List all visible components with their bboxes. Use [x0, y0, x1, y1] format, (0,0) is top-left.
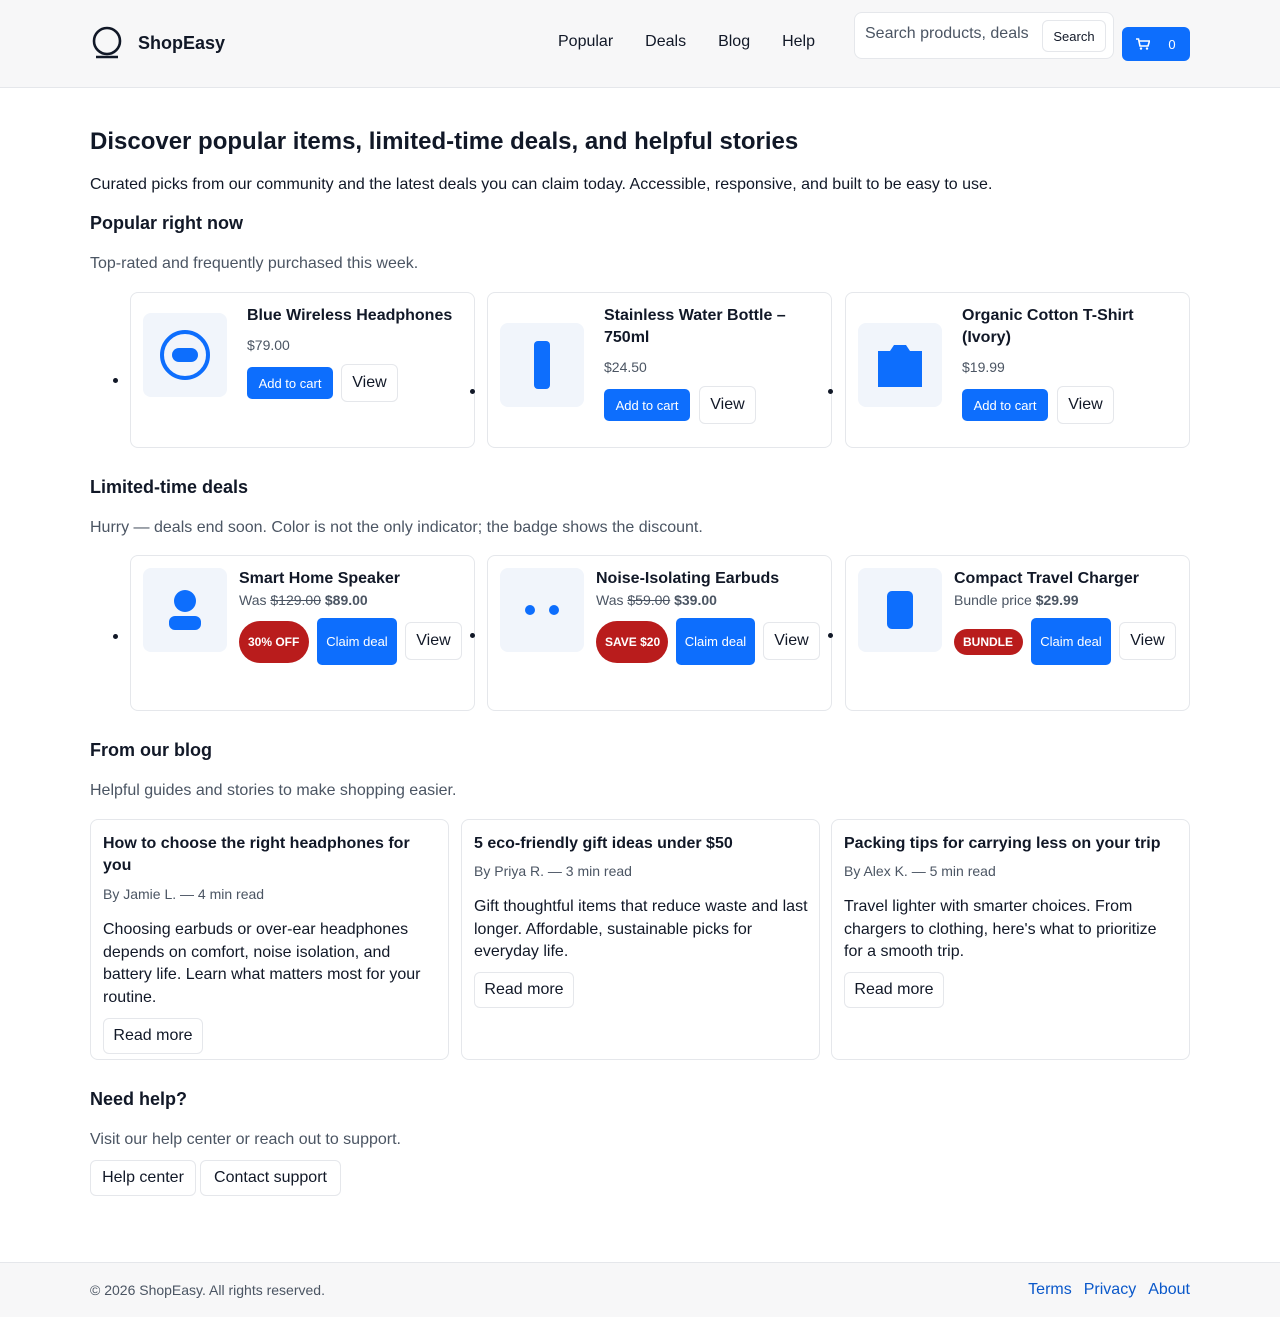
earbuds-icon [500, 568, 584, 652]
brand-name: ShopEasy [138, 32, 226, 53]
copyright: © 2026 ShopEasy. All rights reserved. [90, 1282, 325, 1298]
product-title: Smart Home Speaker [239, 570, 400, 587]
read-more-button[interactable]: Read more [844, 972, 944, 1008]
popular-heading: Popular right now [90, 213, 243, 233]
cart-button[interactable]: 0 [1122, 27, 1190, 61]
blog-card: How to choose the right headphones for y… [90, 819, 449, 1060]
new-price: $39.00 [674, 592, 717, 608]
contact-support-button[interactable]: Contact support [200, 1160, 341, 1196]
product-title: Blue Wireless Headphones [247, 307, 453, 324]
help-subheading: Visit our help center or reach out to su… [90, 1131, 401, 1148]
headphones-icon [143, 313, 227, 397]
ring-logo-icon [90, 26, 124, 60]
brand-home-link[interactable]: ShopEasy [90, 26, 225, 60]
main-nav: Popular Deals Blog Help [558, 33, 847, 51]
list-bullet [113, 634, 118, 639]
footer-nav: Terms Privacy About [1016, 1281, 1190, 1299]
product-price: $79.00 [247, 337, 290, 353]
product-title: Noise-Isolating Earbuds [596, 570, 780, 587]
claim-deal-button[interactable]: Claim deal [317, 618, 397, 665]
deals-subheading: Hurry — deals end soon. Color is not the… [90, 519, 703, 536]
new-price: $29.99 [1035, 592, 1079, 608]
product-card: Organic Cotton T-Shirt (Ivory) $19.99 Ad… [845, 292, 1190, 448]
deal-price: Bundle price $29.99 [954, 592, 1079, 608]
blog-heading: From our blog [90, 740, 212, 760]
discount-badge: BUNDLE [954, 629, 1023, 655]
product-price: $24.50 [604, 359, 647, 375]
blog-card: Packing tips for carrying less on your t… [831, 819, 1190, 1060]
list-bullet [113, 378, 118, 383]
blog-card: 5 eco-friendly gift ideas under $50 By P… [461, 819, 820, 1060]
product-card: Blue Wireless Headphones $79.00 Add to c… [130, 292, 475, 448]
deal-card: Noise-Isolating Earbuds Was $59.00 $39.0… [487, 555, 832, 711]
add-to-cart-button[interactable]: Add to cart [247, 367, 333, 399]
old-price: $59.00 [627, 592, 671, 608]
blog-title[interactable]: Packing tips for carrying less on your t… [844, 833, 1174, 855]
nav-item-deals[interactable]: Deals [645, 33, 686, 51]
product-price: $19.99 [962, 359, 1005, 375]
blog-excerpt: Choosing earbuds or over-ear headphones … [103, 921, 421, 1006]
blog-meta: By Alex K. — 5 min read [844, 863, 996, 879]
deal-price: Was $129.00 $89.00 [239, 592, 368, 608]
product-title: Stainless Water Bottle – 750ml [604, 307, 786, 346]
list-bullet [470, 389, 475, 394]
view-button[interactable]: View [699, 386, 756, 424]
read-more-button[interactable]: Read more [474, 972, 574, 1008]
product-title: Compact Travel Charger [954, 570, 1139, 587]
tshirt-icon [858, 323, 942, 407]
view-button[interactable]: View [1057, 386, 1114, 424]
search-button[interactable]: Search [1042, 20, 1106, 52]
old-price: $129.00 [270, 592, 321, 608]
nav-item-popular[interactable]: Popular [558, 33, 613, 51]
view-button[interactable]: View [763, 622, 820, 660]
nav-item-help[interactable]: Help [782, 33, 815, 51]
deals-heading: Limited-time deals [90, 477, 249, 497]
add-to-cart-button[interactable]: Add to cart [962, 389, 1048, 421]
deal-card: Compact Travel Charger Bundle price $29.… [845, 555, 1190, 711]
footer-link-terms[interactable]: Terms [1028, 1281, 1072, 1299]
nav-item-blog[interactable]: Blog [718, 33, 750, 51]
discount-badge: SAVE $20 [596, 621, 668, 663]
cart-icon [1136, 38, 1151, 50]
discount-badge: 30% OFF [239, 621, 309, 663]
claim-deal-button[interactable]: Claim deal [1031, 618, 1111, 665]
view-button[interactable]: View [405, 622, 462, 660]
blog-excerpt: Travel lighter with smarter choices. Fro… [844, 898, 1157, 960]
help-center-button[interactable]: Help center [90, 1160, 196, 1196]
footer-link-about[interactable]: About [1148, 1281, 1190, 1299]
read-more-button[interactable]: Read more [103, 1018, 203, 1054]
deal-price: Was $59.00 $39.00 [596, 592, 717, 608]
list-bullet [828, 389, 833, 394]
add-to-cart-button[interactable]: Add to cart [604, 389, 690, 421]
product-title: Organic Cotton T-Shirt (Ivory) [962, 307, 1134, 346]
blog-meta: By Jamie L. — 4 min read [103, 886, 265, 902]
help-heading: Need help? [90, 1089, 188, 1109]
product-card: Stainless Water Bottle – 750ml $24.50 Ad… [487, 292, 832, 448]
list-bullet [828, 633, 833, 638]
claim-deal-button[interactable]: Claim deal [676, 618, 755, 665]
blog-meta: By Priya R. — 3 min read [474, 863, 632, 879]
blog-title[interactable]: How to choose the right headphones for y… [103, 833, 433, 877]
blog-title[interactable]: 5 eco-friendly gift ideas under $50 [474, 833, 804, 855]
bottle-icon [500, 323, 584, 407]
list-bullet [470, 633, 475, 638]
footer-link-privacy[interactable]: Privacy [1084, 1281, 1136, 1299]
site-footer: © 2026 ShopEasy. All rights reserved. Te… [0, 1262, 1280, 1317]
popular-subheading: Top-rated and frequently purchased this … [90, 255, 419, 272]
page-intro: Curated picks from our community and the… [90, 176, 993, 193]
site-header: ShopEasy Popular Deals Blog Help Search … [0, 0, 1280, 88]
search-input[interactable] [865, 25, 1035, 43]
page-title: Discover popular items, limited-time dea… [90, 128, 799, 155]
blog-subheading: Helpful guides and stories to make shopp… [90, 782, 457, 799]
new-price: $89.00 [324, 592, 368, 608]
charger-icon [858, 568, 942, 652]
view-button[interactable]: View [341, 364, 398, 402]
view-button[interactable]: View [1119, 622, 1176, 660]
blog-excerpt: Gift thoughtful items that reduce waste … [474, 898, 808, 960]
speaker-icon [143, 568, 227, 652]
cart-count: 0 [1168, 36, 1176, 52]
deal-card: Smart Home Speaker Was $129.00 $89.00 30… [130, 555, 475, 711]
search-form: Search [854, 12, 1114, 59]
